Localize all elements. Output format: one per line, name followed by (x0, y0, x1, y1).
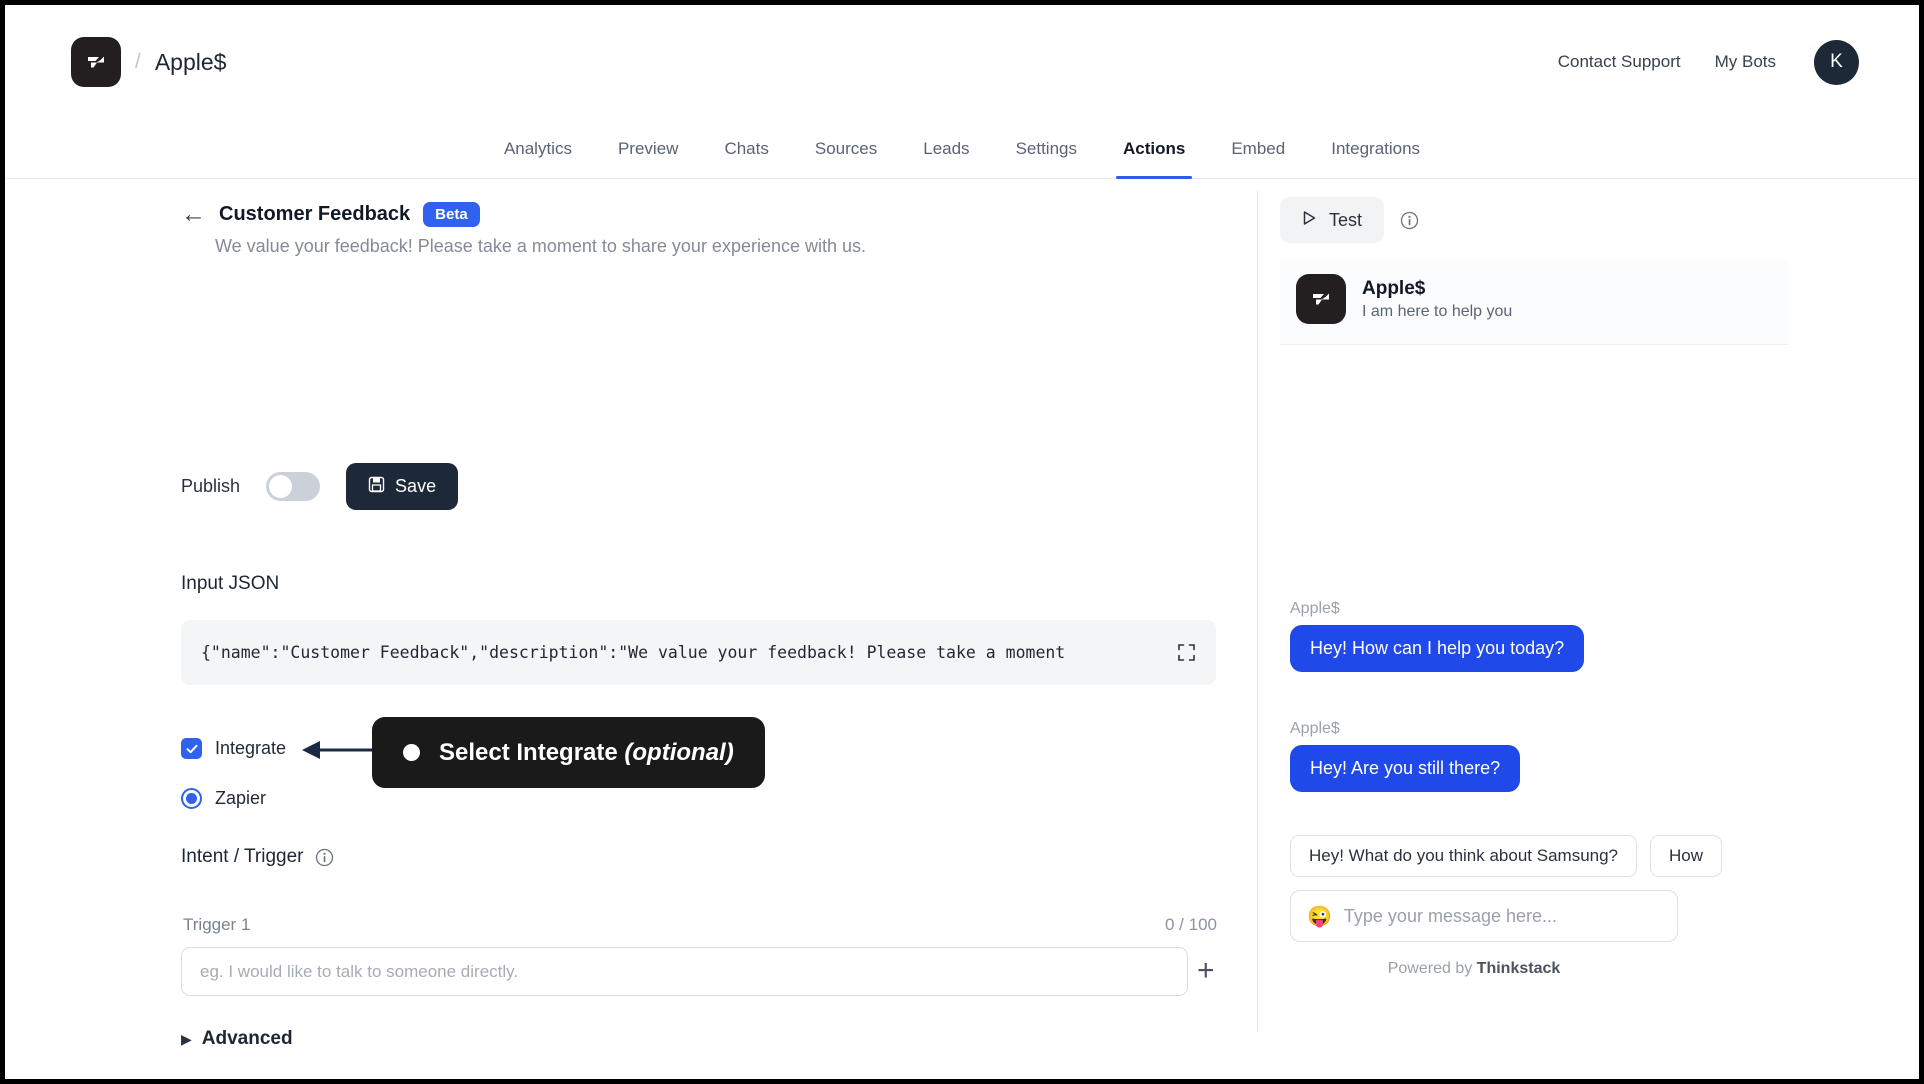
trigger-char-count: 0 / 100 (1165, 915, 1217, 934)
powered-by-brand: Thinkstack (1476, 960, 1561, 977)
chat-message-input[interactable] (1343, 905, 1661, 927)
zapier-radio[interactable] (181, 788, 202, 809)
annotation-callout-text: Select Integrate (optional) (439, 738, 734, 766)
chat-message-sender: Apple$ (1290, 720, 1340, 737)
input-json-box[interactable]: {"name":"Customer Feedback","description… (181, 620, 1216, 685)
input-json-label: Input JSON (181, 573, 280, 594)
save-button-label: Save (395, 476, 437, 496)
main-nav: Analytics Preview Chats Sources Leads Setting… (5, 119, 1919, 179)
thinkstack-logo-icon (1296, 274, 1346, 324)
floppy-disk-icon (368, 476, 385, 498)
contact-support-link[interactable]: Contact Support (1558, 52, 1681, 72)
advanced-section-toggle[interactable]: ▶ Advanced (181, 1028, 293, 1050)
nav-tab-list: Analytics Preview Chats Sources Leads Setting… (481, 119, 1443, 179)
back-arrow-icon[interactable]: ← (181, 202, 206, 227)
test-row: Test (1280, 197, 1419, 243)
page-title: Customer Feedback (219, 203, 411, 225)
save-button[interactable]: Save (346, 463, 459, 510)
bullet-dot-icon (403, 744, 420, 761)
breadcrumb-separator: / (135, 50, 141, 73)
chat-bot-subtitle: I am here to help you (1362, 302, 1513, 320)
top-bar: / Apple$ Contact Support My Bots K (5, 5, 1919, 119)
suggestion-chip[interactable]: Hey! What do you think about Samsung? (1290, 835, 1638, 877)
action-description: We value your feedback! Please take a mo… (215, 236, 867, 256)
chat-message-bubble: Hey! How can I help you today? (1290, 625, 1585, 672)
zapier-option-row[interactable]: Zapier (181, 788, 266, 809)
tab-analytics[interactable]: Analytics (481, 119, 595, 179)
bot-name-breadcrumb: Apple$ (154, 48, 227, 75)
powered-by-prefix: Powered by (1387, 960, 1477, 977)
publish-row: Publish Save (181, 463, 459, 510)
play-triangle-icon (1302, 210, 1317, 231)
thinkstack-logo-icon (71, 37, 121, 87)
tab-sources[interactable]: Sources (792, 119, 900, 179)
chat-message: Apple$ Hey! How can I help you today? (1290, 600, 1585, 672)
tab-embed[interactable]: Embed (1208, 119, 1308, 179)
zapier-label: Zapier (215, 788, 267, 808)
toggle-knob (269, 475, 293, 498)
integrate-label: Integrate (215, 738, 287, 758)
test-button-label: Test (1329, 209, 1363, 230)
info-circle-icon[interactable] (315, 848, 334, 867)
expand-fullscreen-icon[interactable] (1177, 643, 1196, 662)
integrate-option-row[interactable]: Integrate (181, 738, 286, 759)
action-editor-pane: ← Customer Feedback Beta We value your f… (5, 180, 1254, 1079)
trigger-field-label: Trigger 1 (183, 915, 251, 934)
preview-pane: Test Apple$ I am here to help you Apple$… (1258, 180, 1919, 1079)
publish-toggle[interactable] (266, 472, 321, 501)
chat-bot-name: Apple$ (1362, 277, 1426, 299)
chat-message-list: Apple$ Hey! How can I help you today? Appl… (1280, 345, 1788, 832)
action-header: ← Customer Feedback Beta We value your f… (181, 202, 866, 257)
add-trigger-button[interactable]: + (1197, 956, 1215, 986)
annotation-callout: Select Integrate (optional) (372, 717, 765, 788)
intent-trigger-label: Intent / Trigger (181, 846, 304, 867)
my-bots-link[interactable]: My Bots (1715, 52, 1776, 72)
smiley-face-icon[interactable]: 😜 (1307, 904, 1332, 929)
suggestion-chip[interactable]: How (1650, 835, 1723, 877)
beta-badge: Beta (423, 202, 480, 227)
avatar-initial: K (1830, 51, 1843, 72)
radio-dot (186, 793, 197, 804)
chevron-right-icon: ▶ (181, 1030, 192, 1047)
tab-settings[interactable]: Settings (993, 119, 1100, 179)
tab-integrations[interactable]: Integrations (1308, 119, 1443, 179)
tab-chats[interactable]: Chats (701, 119, 791, 179)
trigger-input[interactable] (181, 947, 1188, 996)
chat-input-row: 😜 (1290, 890, 1678, 942)
chat-preview-widget: Apple$ I am here to help you Apple$ Hey! … (1280, 260, 1788, 1020)
intent-trigger-header: Intent / Trigger (181, 846, 334, 868)
publish-label: Publish (181, 476, 241, 496)
tab-preview[interactable]: Preview (595, 119, 701, 179)
advanced-label: Advanced (201, 1028, 293, 1049)
integrate-checkbox[interactable] (181, 738, 202, 759)
tab-actions[interactable]: Actions (1100, 119, 1208, 179)
top-bar-actions: Contact Support My Bots K (1558, 39, 1859, 85)
chat-header: Apple$ I am here to help you (1280, 260, 1788, 345)
powered-by-footer: Powered by Thinkstack (1280, 960, 1668, 978)
chat-message: Apple$ Hey! Are you still there? (1290, 720, 1521, 792)
chat-message-bubble: Hey! Are you still there? (1290, 745, 1521, 792)
avatar[interactable]: K (1814, 39, 1859, 85)
test-button[interactable]: Test (1280, 197, 1385, 243)
app-window: / Apple$ Contact Support My Bots K Analy… (0, 0, 1924, 1084)
info-circle-icon[interactable] (1400, 211, 1419, 230)
input-json-value: {"name":"Customer Feedback","description… (201, 643, 1066, 662)
tab-leads[interactable]: Leads (900, 119, 992, 179)
brand-block: / Apple$ (71, 37, 226, 87)
chat-message-sender: Apple$ (1290, 600, 1340, 617)
chat-suggestion-chips: Hey! What do you think about Samsung? How (1290, 835, 1850, 877)
